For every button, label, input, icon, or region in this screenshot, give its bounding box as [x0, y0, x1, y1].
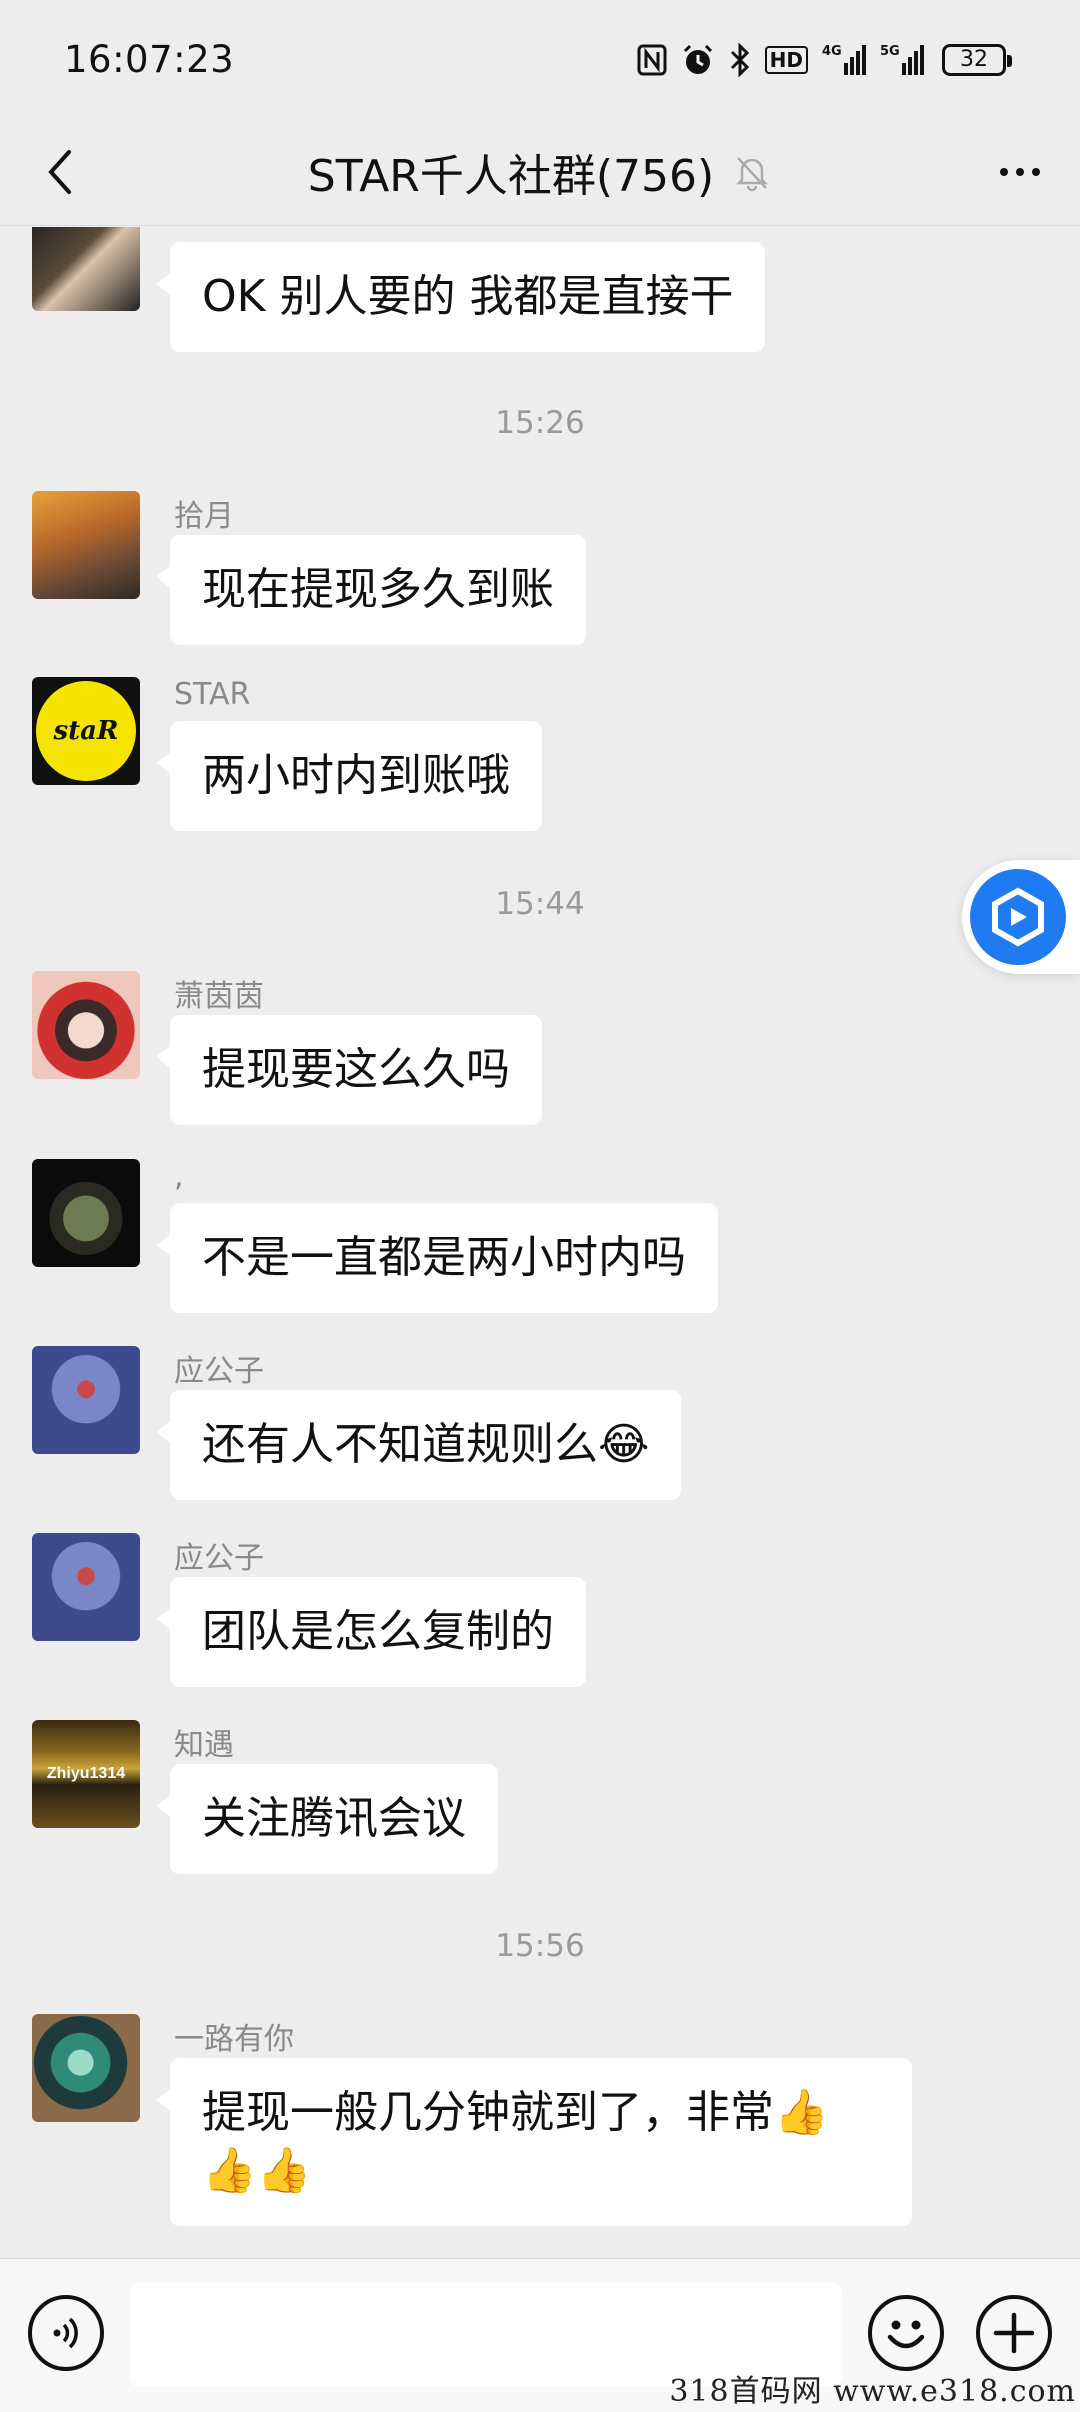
message-bubble[interactable]: 两小时内到账哦	[156, 721, 542, 831]
smiley-icon	[887, 2320, 925, 2349]
avatar[interactable]: Zhiyu1314	[32, 1720, 140, 1828]
avatar[interactable]	[32, 227, 140, 311]
plus-icon	[993, 2312, 1035, 2354]
message-bubble[interactable]: OK 别人要的 我都是直接干	[155, 242, 766, 352]
message-bubble[interactable]: 不是一直都是两小时内吗	[156, 1203, 718, 1313]
sender-name: 应公子	[174, 1541, 264, 1576]
sender-name: STAR	[174, 677, 251, 712]
sender-name: 应公子	[174, 1354, 264, 1389]
avatar[interactable]	[32, 1159, 140, 1267]
sender-name: ,	[174, 1159, 184, 1194]
bluetooth-icon	[729, 40, 751, 80]
message-bubble[interactable]: 团队是怎么复制的	[156, 1577, 586, 1687]
signal-5g-icon: 5G	[880, 40, 928, 80]
avatar[interactable]	[32, 2014, 140, 2122]
chat-header: STAR千人社群(756)	[0, 118, 1080, 226]
message-bubble[interactable]: 关注腾讯会议	[156, 1764, 498, 1874]
dot-icon	[1016, 168, 1024, 176]
message-list[interactable]: OK 别人要的 我都是直接干 15:26 拾月 现在提现多久到账 staR ST…	[0, 227, 1080, 2257]
status-time: 16:07:23	[64, 38, 235, 81]
input-bar: 318首码网 www.e318.com	[0, 2258, 1080, 2412]
hd-icon: HD	[764, 46, 808, 74]
battery-icon: 32	[942, 44, 1012, 76]
avatar[interactable]	[32, 1533, 140, 1641]
avatar[interactable]	[32, 491, 140, 599]
more-options-button[interactable]	[988, 144, 1052, 200]
star-logo: staR	[36, 681, 136, 781]
dot-icon	[1000, 168, 1008, 176]
voice-input-button[interactable]	[28, 2295, 104, 2371]
svg-text:4G: 4G	[822, 44, 842, 59]
chat-title: STAR千人社群(756)	[307, 151, 715, 202]
sender-name: 一路有你	[174, 2022, 294, 2057]
mute-bell-icon	[732, 152, 772, 192]
avatar[interactable]	[32, 1346, 140, 1454]
nfc-icon	[637, 40, 667, 80]
sender-name: 萧茵茵	[174, 979, 264, 1014]
message-bubble[interactable]: 现在提现多久到账	[156, 535, 586, 645]
sender-name: 知遇	[174, 1728, 234, 1763]
timestamp: 15:56	[495, 1928, 585, 1964]
message-bubble[interactable]: 还有人不知道规则么😂	[155, 1390, 682, 1500]
avatar[interactable]	[32, 971, 140, 1079]
more-actions-button[interactable]	[976, 2295, 1052, 2371]
svg-text:5G: 5G	[880, 44, 900, 59]
timestamp: 15:44	[495, 886, 585, 922]
signal-4g-icon: 4G	[822, 40, 866, 80]
sender-name: 拾月	[174, 499, 234, 534]
floating-assist-button[interactable]	[962, 860, 1080, 974]
message-bubble[interactable]: 提现要这么久吗	[156, 1015, 542, 1125]
voice-wave-icon	[53, 2317, 78, 2349]
emoji-button[interactable]	[868, 2295, 944, 2371]
avatar[interactable]: staR	[32, 677, 140, 785]
timestamp: 15:26	[495, 405, 585, 441]
avatar-label: Zhiyu1314	[46, 1765, 126, 1782]
status-icons: HD 4G 5G 32	[637, 40, 1012, 80]
dot-icon	[1032, 168, 1040, 176]
message-bubble[interactable]: 提现一般几分钟就到了，非常👍👍👍	[156, 2058, 912, 2226]
assist-logo-icon	[970, 869, 1066, 965]
status-bar: 16:07:23 HD 4G 5G 32	[0, 0, 1080, 118]
alarm-icon	[681, 40, 715, 80]
title-wrap: STAR千人社群(756)	[0, 118, 1080, 226]
watermark: 318首码网 www.e318.com	[669, 2374, 1076, 2409]
